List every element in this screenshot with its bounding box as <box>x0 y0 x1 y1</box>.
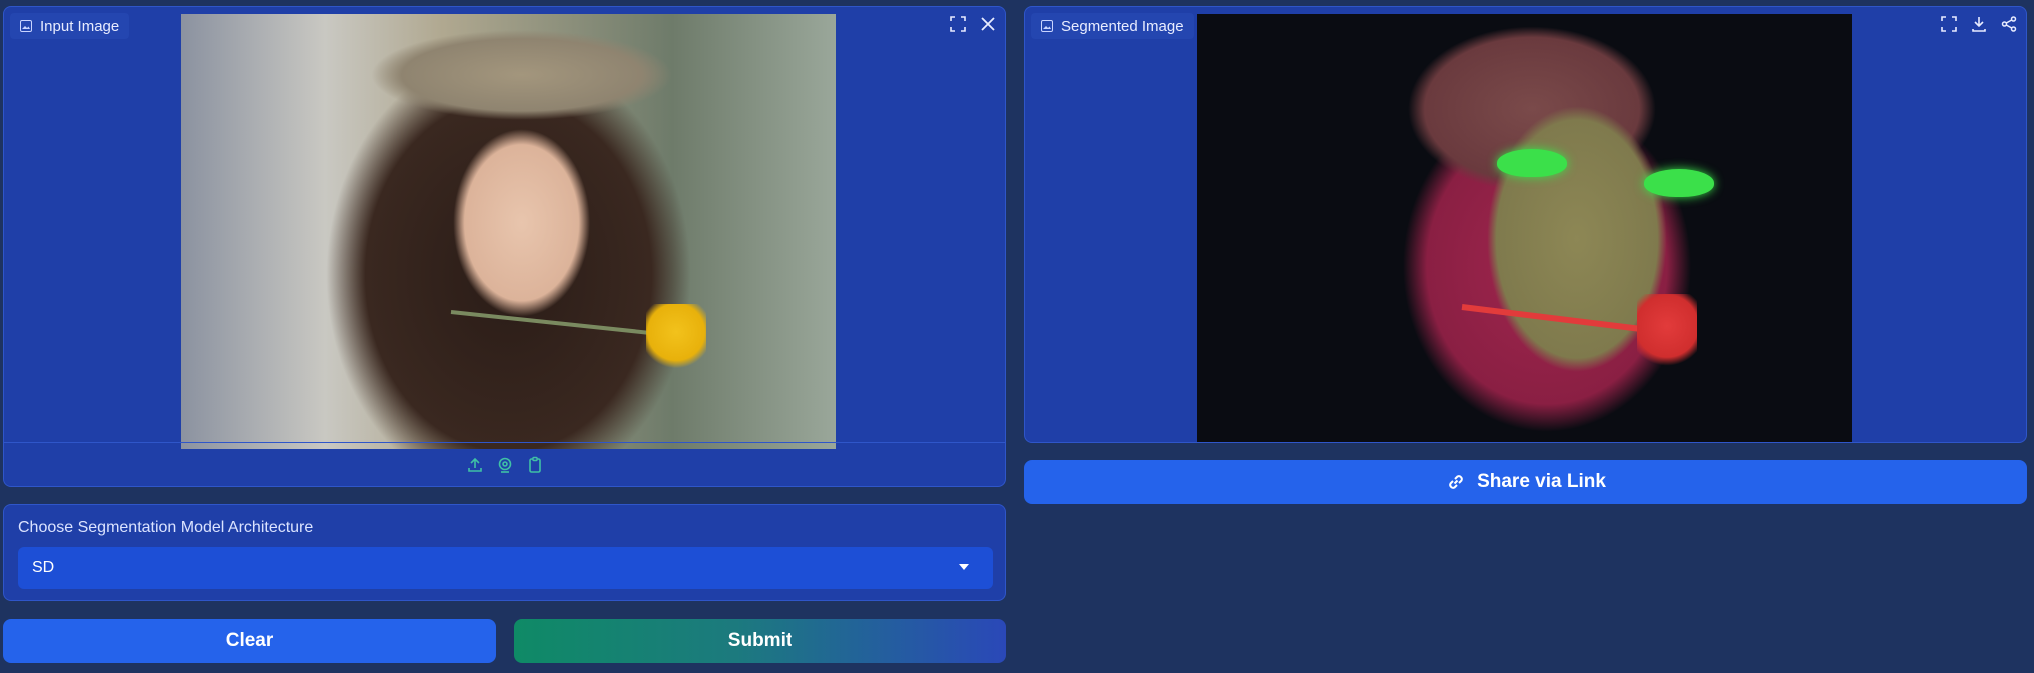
link-icon <box>1449 475 1463 489</box>
share-via-link-label: Share via Link <box>1477 471 1606 492</box>
expand-icon[interactable] <box>949 15 967 33</box>
expand-icon[interactable] <box>1940 15 1958 33</box>
model-select-value: SD <box>32 559 55 576</box>
clipboard-icon[interactable] <box>526 456 544 474</box>
flower <box>646 304 706 374</box>
chevron-down-icon <box>959 564 969 570</box>
webcam-icon[interactable] <box>496 456 514 474</box>
model-select-dropdown[interactable]: SD <box>18 547 993 589</box>
image-source-bar <box>4 442 1005 486</box>
segmented-image-panel: Segmented Image <box>1024 6 2027 443</box>
download-icon[interactable] <box>1970 15 1988 33</box>
submit-button[interactable]: Submit <box>514 619 1006 663</box>
upload-icon[interactable] <box>466 456 484 474</box>
share-via-link-button[interactable]: Share via Link <box>1024 460 2027 504</box>
image-icon <box>20 20 32 32</box>
close-icon[interactable] <box>979 15 997 33</box>
segmented-image-label-chip: Segmented Image <box>1031 13 1194 39</box>
image-icon <box>1041 20 1053 32</box>
segment-left-eye <box>1497 149 1567 177</box>
segmented-image-label: Segmented Image <box>1061 17 1184 35</box>
segment-right-eye <box>1644 169 1714 197</box>
model-select-block: Choose Segmentation Model Architecture S… <box>3 504 1006 601</box>
input-image-label-chip: Input Image <box>10 13 130 39</box>
input-image-panel: Input Image <box>3 6 1006 487</box>
input-image <box>181 14 836 449</box>
segmented-image <box>1197 14 1852 442</box>
model-select-label: Choose Segmentation Model Architecture <box>18 519 314 536</box>
clear-button[interactable]: Clear <box>3 619 496 663</box>
segment-flower <box>1637 294 1697 374</box>
share-icon[interactable] <box>2000 15 2018 33</box>
input-image-label: Input Image <box>40 17 120 35</box>
input-photo <box>181 14 836 449</box>
